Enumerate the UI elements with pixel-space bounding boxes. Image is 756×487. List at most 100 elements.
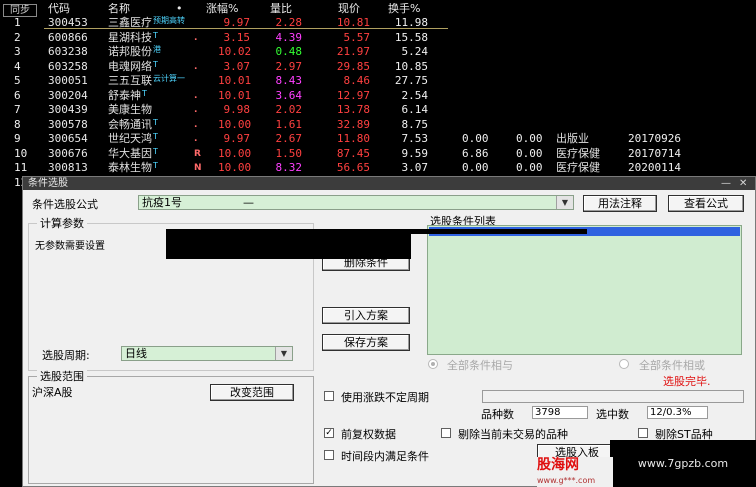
header-change[interactable]: 涨幅%	[206, 2, 238, 16]
stock-flag: .	[194, 61, 198, 72]
watermark-right: www.7gpzb.com	[610, 440, 756, 487]
turnover: 27.75	[394, 74, 428, 87]
dialog-titlebar[interactable]: 条件选股 — ✕	[23, 177, 755, 190]
exclude-st-checkbox[interactable]	[638, 428, 648, 438]
table-row[interactable]: 9 300654 世纪天鸿 9.97 2.67 11.80 7.53 T. 0.00 0.00 出版…	[0, 132, 756, 146]
close-icon[interactable]: ✕	[739, 177, 747, 190]
volume-ratio: 8.43	[275, 74, 303, 87]
import-plan-button[interactable]: 引入方案	[322, 307, 410, 324]
params-note: 无参数需要设置	[35, 241, 105, 252]
time-cond-checkbox[interactable]	[324, 450, 334, 460]
use-period-checkbox[interactable]	[324, 391, 334, 401]
stock-tag: T	[153, 117, 158, 127]
row-index: 8	[14, 117, 21, 131]
table-row[interactable]: 8 300578 会畅通讯 10.00 1.61 32.89 8.75 T.	[0, 118, 756, 132]
formula-select[interactable]: 抗疫1号 — ▼	[138, 195, 574, 210]
chevron-down-icon[interactable]: ▼	[556, 196, 573, 209]
row-index: 2	[14, 30, 21, 44]
extra-col-1: 6.86	[462, 146, 489, 160]
table-row[interactable]: 11 300813 泰林生物 10.00 8.32 56.65 3.07 T N 0.00 0.00…	[0, 161, 756, 175]
volume-ratio: 8.32	[275, 161, 303, 174]
header-name[interactable]: 名称	[108, 2, 130, 16]
extra-col-1: 0.00	[462, 132, 489, 145]
scope-value: 沪深A股	[32, 386, 73, 399]
stock-code: 600866	[48, 30, 88, 44]
volume-ratio: 2.67	[275, 132, 303, 145]
period-value: 日线	[125, 347, 147, 360]
change-pct: 10.02	[218, 45, 252, 58]
all-or-label: 全部条件相或	[639, 359, 705, 372]
row-index: 7	[14, 103, 21, 116]
price: 32.89	[336, 117, 370, 131]
stock-flag: .	[194, 119, 198, 130]
stock-name: 诺邦股份	[108, 45, 152, 58]
extra-col-2: 0.00	[516, 132, 543, 145]
exclude-untraded-checkbox[interactable]	[441, 428, 451, 438]
turnover: 9.59	[401, 146, 429, 160]
save-plan-button[interactable]: 保存方案	[322, 334, 410, 351]
stock-code: 300676	[48, 146, 88, 160]
total-value: 3798	[532, 406, 588, 419]
table-row[interactable]: 7 300439 美康生物 9.98 2.02 13.78 6.14.	[0, 103, 756, 117]
extra-col-2: 0.00	[516, 146, 543, 160]
stock-name: 星湖科技	[108, 30, 152, 44]
stock-tag: 港	[153, 45, 161, 54]
price: 56.65	[336, 161, 370, 174]
all-or-radio[interactable]	[619, 359, 629, 369]
stock-tag: T	[153, 30, 158, 40]
condition-list[interactable]	[427, 225, 742, 355]
usage-notes-button[interactable]: 用法注释	[583, 195, 657, 212]
stock-code: 603258	[48, 59, 88, 73]
stock-name: 华大基因	[108, 146, 152, 160]
change-scope-button[interactable]: 改变范围	[210, 384, 294, 401]
turnover: 2.54	[401, 88, 429, 102]
listing-date: 20170926	[628, 132, 681, 145]
stock-code: 300204	[48, 88, 88, 102]
row-index: 6	[14, 88, 21, 102]
industry: 医疗保健	[556, 146, 600, 160]
header-vol-ratio[interactable]: 量比	[270, 2, 292, 16]
industry: 医疗保健	[556, 161, 600, 174]
redacted-area	[166, 229, 411, 259]
stock-flag: .	[194, 134, 198, 144]
header-price[interactable]: 现价	[338, 2, 360, 16]
volume-ratio: 2.02	[275, 103, 303, 116]
time-cond-label: 时间段内满足条件	[341, 450, 429, 463]
price: 21.97	[336, 45, 370, 58]
stock-tag: T	[153, 59, 158, 69]
row-index: 9	[14, 132, 21, 145]
header-code[interactable]: 代码	[48, 2, 70, 16]
row-index: 11	[14, 161, 28, 174]
stock-code: 300051	[48, 74, 88, 87]
header-turnover[interactable]: 换手%	[388, 2, 420, 16]
selected-value: 12/0.3%	[647, 406, 708, 419]
minimize-icon[interactable]: —	[721, 177, 731, 190]
industry: 出版业	[556, 132, 589, 145]
change-pct: 10.00	[218, 117, 252, 131]
volume-ratio: 4.39	[275, 30, 303, 44]
row-index: 1	[14, 16, 21, 29]
all-and-radio[interactable]	[428, 359, 438, 369]
chevron-down-icon[interactable]: ▼	[275, 347, 292, 360]
price: 12.97	[336, 88, 370, 102]
adjust-label: 前复权数据	[341, 428, 396, 441]
row-index: 5	[14, 74, 21, 87]
turnover: 15.58	[394, 30, 428, 44]
total-label: 品种数	[481, 408, 514, 421]
change-pct: 10.01	[218, 74, 252, 87]
formula-value: 抗疫1号	[142, 196, 182, 209]
price: 13.78	[336, 103, 370, 116]
view-formula-button[interactable]: 查看公式	[668, 195, 744, 212]
table-row[interactable]: 10 300676 华大基因 10.00 1.50 87.45 9.59 T R 6.86 0.00…	[0, 147, 756, 161]
stock-tag: 预期高转	[153, 16, 185, 25]
watermark-logo: 股海网	[537, 457, 613, 477]
scope-group-title: 选股范围	[37, 370, 87, 383]
change-pct: 10.00	[218, 161, 252, 174]
stock-code: 300654	[48, 132, 88, 145]
adjust-checkbox[interactable]: ✓	[324, 428, 334, 438]
stock-flag: .	[194, 32, 198, 43]
period-select[interactable]: 日线 ▼	[121, 346, 293, 361]
watermark-logo-sub: www.g***.com	[537, 476, 613, 487]
turnover: 7.53	[401, 132, 429, 145]
stock-name: 电魂网络	[108, 59, 152, 73]
